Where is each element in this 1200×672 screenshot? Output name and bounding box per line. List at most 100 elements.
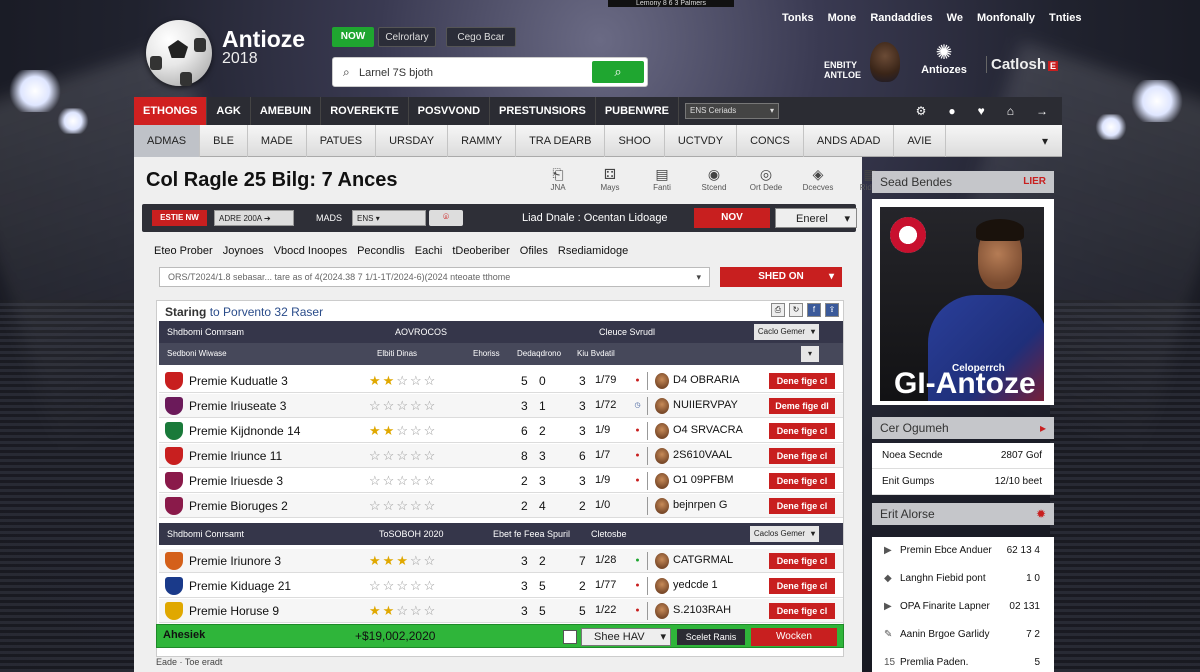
nav-item-pubenwre[interactable]: PUBENWRE <box>596 97 679 125</box>
sidebar-header-2[interactable]: Cer Ogumeh ▸ <box>872 417 1054 439</box>
player-name[interactable]: NUIIERVPAY <box>673 399 738 411</box>
team-name[interactable]: Premie Kuduatle 3 <box>189 374 288 388</box>
home-icon[interactable]: ⌂ <box>1007 104 1014 118</box>
filter-select-2[interactable]: ENS ▾ <box>352 210 426 226</box>
search-button[interactable]: ⌕ <box>592 61 644 83</box>
player-name[interactable]: CATGRMAL <box>673 554 733 566</box>
alert-item[interactable]: 15 Premlia Paden. 5 <box>872 649 1054 672</box>
tab-uctvdy[interactable]: UCTVDY <box>665 124 738 157</box>
player-name[interactable]: O4 SRVACRA <box>673 424 743 436</box>
team-name[interactable]: Premie Iriunce 11 <box>189 449 282 463</box>
player-name[interactable]: S.2103RAH <box>673 604 731 616</box>
table-row[interactable]: Premie Kijdnonde 14 ★★☆☆☆ 6 2 3 1/9 ● O4 SRVACR… <box>159 419 843 443</box>
top-link-we[interactable]: We <box>947 12 963 24</box>
team-name[interactable]: Premie Kiduage 21 <box>189 579 291 593</box>
tool-stcend[interactable]: ◉ Stcend <box>695 165 733 192</box>
alert-item[interactable]: ▶ OPA Finarite Lapner 02 131 <box>872 593 1054 621</box>
nav-item-posvvond[interactable]: POSVVOND <box>409 97 491 125</box>
alert-item[interactable]: ✎ Aanin Brgoe Garlidy 7 2 <box>872 621 1054 649</box>
player-name[interactable]: O1 09PFBM <box>673 474 734 486</box>
subnav-rsediamidoge[interactable]: Rsediamidoge <box>558 245 628 257</box>
table-row[interactable]: Premie Iriunore 3 ★★★☆☆ 3 2 7 1/28 ● CATGRMAL De… <box>159 549 843 573</box>
odds-button[interactable]: Dene fige cl <box>769 423 835 439</box>
tab-concs[interactable]: CONCS <box>737 124 804 157</box>
table-row[interactable]: Premie Iriunce 11 ☆☆☆☆☆ 8 3 6 1/7 ● 2S610VAAL De… <box>159 444 843 468</box>
subnav-eteo-prober[interactable]: Eteo Prober <box>154 245 213 257</box>
nav-item-roverekte[interactable]: ROVEREKTE <box>321 97 409 125</box>
filter-red-button[interactable]: ESTIE NW <box>152 210 207 226</box>
entity-badge[interactable]: ENBITY ANTLOE <box>824 40 900 82</box>
player-name[interactable]: bejnrpen G <box>673 499 727 511</box>
tab-shoo[interactable]: SHOO <box>605 124 665 157</box>
tool-dcecves[interactable]: ◈ Dcecves <box>799 165 837 192</box>
subnav-ofiles[interactable]: Ofiles <box>520 245 548 257</box>
share-icon[interactable]: ⇪ <box>825 303 839 317</box>
nav-select[interactable]: ENS Ceriads <box>685 103 779 119</box>
apple-icon[interactable]: ● <box>948 104 955 118</box>
now-button[interactable]: NOW <box>332 27 374 47</box>
tab-ands-adad[interactable]: ANDS ADAD <box>804 124 895 157</box>
alert-item[interactable]: ▶ Premin Ebce Anduer 62 13 4 <box>872 537 1054 565</box>
tabs-more-dropdown[interactable]: ▾ <box>1042 134 1062 148</box>
facebook-icon[interactable]: f <box>807 303 821 317</box>
team-name[interactable]: Premie Iriuseate 3 <box>189 399 286 413</box>
group-sort-select[interactable]: Caclos Gemer ▾ <box>749 526 819 542</box>
top-link-monfonally[interactable]: Monfonally <box>977 12 1035 24</box>
tab-admas[interactable]: ADMAS <box>134 124 201 157</box>
group-sort-select[interactable]: Caclo Gemer ▾ <box>753 324 819 340</box>
tab-patues[interactable]: PATUES <box>307 124 377 157</box>
player-name[interactable]: D4 OBRARIA <box>673 374 740 386</box>
subnav-tdeoberiber[interactable]: tDeoberiber <box>452 245 509 257</box>
brand-logo[interactable]: Antioze 2018 <box>146 20 346 90</box>
enerel-select[interactable]: Enerel ▾ <box>775 208 857 228</box>
subnav-pecondlis[interactable]: Pecondlis <box>357 245 405 257</box>
odds-button[interactable]: Dene fige cl <box>769 553 835 569</box>
team-name[interactable]: Premie Kijdnonde 14 <box>189 424 300 438</box>
tab-avie[interactable]: AVIE <box>894 124 946 157</box>
odds-button[interactable]: Dene fige cl <box>769 578 835 594</box>
odds-button[interactable]: Dene fige cl <box>769 473 835 489</box>
top-link-tonks[interactable]: Tonks <box>782 12 814 24</box>
nav-item-prestunsiors[interactable]: PRESTUNSIORS <box>490 97 596 125</box>
chevron-down-icon[interactable]: ▾ <box>801 346 819 362</box>
top-link-mone[interactable]: Mone <box>828 12 857 24</box>
table-row[interactable]: Premie Horuse 9 ★★☆☆☆ 3 5 5 1/22 ● S.2103RAH Den… <box>159 599 843 623</box>
filter-select-1[interactable]: ADRE 200A ➔ <box>214 210 294 226</box>
sidebar-header-1[interactable]: Sead Bendes LIER <box>872 171 1054 193</box>
wocken-button[interactable]: Wocken <box>751 628 837 646</box>
odds-button[interactable]: Dene fige cl <box>769 448 835 464</box>
tab-rammy[interactable]: RAMMY <box>448 124 517 157</box>
odds-button[interactable]: Deme fige dl <box>769 398 835 414</box>
group-button[interactable]: Cego Bcar <box>446 27 516 47</box>
nav-item-ethongs[interactable]: ETHONGS <box>134 97 208 125</box>
country-button[interactable]: Celrorlary <box>378 27 436 47</box>
alert-item[interactable]: ◆ Langhn Fiebid pont 1 0 <box>872 565 1054 593</box>
featured-player-card[interactable]: Celoperrch GI-Antoze <box>872 199 1054 405</box>
tab-ble[interactable]: BLE <box>200 124 248 157</box>
sidebar-header-3[interactable]: Erit Alorse ✹ <box>872 503 1054 525</box>
nav-item-agk[interactable]: AGK <box>207 97 251 125</box>
team-name[interactable]: Premie Iriunore 3 <box>189 554 281 568</box>
arrow-right-icon[interactable]: → <box>1036 104 1048 118</box>
refresh-icon[interactable]: ↻ <box>789 303 803 317</box>
player-name[interactable]: 2S610VAAL <box>673 449 732 461</box>
player-name[interactable]: yedcde 1 <box>673 579 718 591</box>
nov-button[interactable]: NOV <box>694 208 770 228</box>
antioze-logo[interactable]: ✺ Antiozes <box>914 42 974 82</box>
tool-fanti[interactable]: ▤ Fanti <box>643 165 681 192</box>
search-input[interactable] <box>359 63 589 83</box>
table-row[interactable]: Premie Iriuseate 3 ☆☆☆☆☆ 3 1 3 1/72 ◷ NUIIERVPA… <box>159 394 843 418</box>
tab-made[interactable]: MADE <box>248 124 307 157</box>
heart-icon[interactable]: ♥ <box>978 104 985 118</box>
team-name[interactable]: Premie Iriuesde 3 <box>189 474 283 488</box>
bottom-select[interactable]: Shee HAV <box>581 628 671 646</box>
subnav-joynoes[interactable]: Joynoes <box>223 245 264 257</box>
catalog-logo[interactable]: Catlosh E <box>986 56 1059 73</box>
shed-on-button[interactable]: SHED ON <box>720 267 842 287</box>
team-name[interactable]: Premie Horuse 9 <box>189 604 279 618</box>
settings-icon[interactable]: ⚙ <box>916 104 927 118</box>
tab-ursday[interactable]: URSDAY <box>376 124 449 157</box>
subnav-vbocd-inoopes[interactable]: Vbocd Inoopes <box>274 245 347 257</box>
top-link-randaddies[interactable]: Randaddies <box>870 12 932 24</box>
table-row[interactable]: Premie Kuduatle 3 ★★☆☆☆ 5 0 3 1/79 ● D4 OBRARIA… <box>159 369 843 393</box>
